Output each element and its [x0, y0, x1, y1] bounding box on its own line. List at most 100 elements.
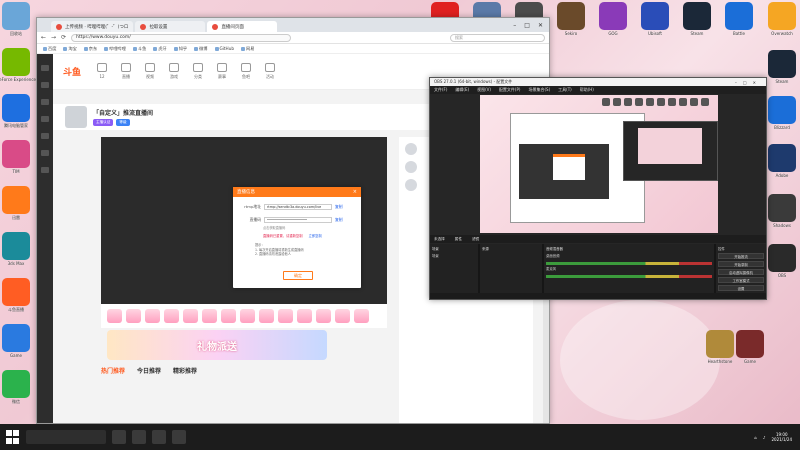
obs-control-button[interactable]: 开始录制 [718, 261, 764, 267]
maximize-icon[interactable]: □ [524, 22, 530, 29]
desktop-icon[interactable]: Adobe [762, 144, 800, 178]
desktop-icon[interactable]: 斗鱼直播 [0, 278, 36, 312]
promo-banner[interactable]: 礼物派送 [107, 330, 327, 360]
obs-control-button[interactable]: 启动虚拟摄像机 [718, 269, 764, 275]
search-input[interactable]: 搜索 [450, 33, 545, 42]
obs-control-button[interactable]: 工作室模式 [718, 277, 764, 283]
minimize-icon[interactable]: – [513, 22, 516, 29]
bookmark-item[interactable]: GitHub [214, 46, 234, 51]
tab-hot[interactable]: 热门推荐 [101, 366, 125, 375]
site-nav-item[interactable]: 12 [97, 63, 108, 80]
tab-today[interactable]: 今日推荐 [137, 366, 161, 375]
sub-tabs: 热门推荐 今日推荐 精彩推荐 [101, 366, 197, 375]
site-nav-item[interactable]: 直播 [121, 63, 132, 80]
obs-menu-item[interactable]: 帮助(H) [580, 87, 594, 93]
bookmark-item[interactable]: 斗鱼 [132, 46, 146, 52]
bookmark-item[interactable]: 微博 [194, 46, 208, 52]
site-nav-item[interactable]: 赛事 [217, 63, 228, 80]
nav-label: 游戏 [170, 74, 179, 79]
filters-button[interactable]: 滤镜 [472, 237, 479, 242]
obs-control-button[interactable]: 设置 [718, 285, 764, 291]
obs-window[interactable]: OBS 27.0.1 (64-bit, windows) - 配置文件 –□✕ … [429, 77, 767, 300]
site-nav-item[interactable]: 活动 [265, 63, 276, 80]
desktop-icon[interactable]: TIM [0, 140, 36, 174]
bookmark-item[interactable]: 百度 [43, 46, 56, 52]
bookmark-label: 哔哩哔哩 [109, 45, 126, 51]
start-icon[interactable] [6, 430, 20, 444]
site-nav-item[interactable]: 分类 [193, 63, 204, 80]
taskbar-app-icon[interactable] [172, 430, 186, 444]
bookmark-icon [153, 46, 158, 51]
desktop-icon[interactable]: 微信 [0, 370, 36, 404]
ok-button[interactable]: 确定 [283, 271, 313, 280]
browser-tab[interactable]: 上传视频 · 哔哩哔哩(゜-゜)つロ [51, 21, 134, 32]
scene-item[interactable]: 场景 [432, 253, 476, 258]
server-field[interactable]: rtmp://sendtc3a.douyu.com/live [264, 204, 332, 210]
nav-icon [121, 63, 132, 72]
bookmark-item[interactable]: 哔哩哔哩 [104, 46, 126, 52]
taskbar-app-icon[interactable] [132, 430, 146, 444]
site-nav-item[interactable]: 鱼吧 [241, 63, 252, 80]
bookmark-item[interactable]: 网易 [241, 46, 254, 52]
site-nav-item[interactable]: 游戏 [169, 63, 180, 80]
obs-menu-item[interactable]: 配置文件(P) [499, 87, 521, 93]
obs-control-button[interactable]: 开始推流 [718, 253, 764, 259]
obs-menu-item[interactable]: 场景集合(S) [528, 87, 550, 93]
taskbar-app-icon[interactable] [152, 430, 166, 444]
tab-featured[interactable]: 精彩推荐 [173, 366, 197, 375]
window-controls[interactable]: –□✕ [735, 80, 762, 85]
desktop-icon-label: Steam [690, 31, 704, 36]
nav-label: 12 [99, 74, 105, 79]
site-logo[interactable]: 斗鱼 [63, 65, 81, 78]
browser-tab[interactable]: 拉取设置 [135, 21, 206, 32]
avatar[interactable] [65, 106, 87, 128]
desktop-icon[interactable]: OBS [762, 244, 800, 278]
obs-preview[interactable] [480, 95, 718, 233]
site-nav-item[interactable]: 视频 [145, 63, 156, 80]
desktop-icon[interactable]: 3ds Max [0, 232, 36, 266]
browser-tab-active[interactable]: 直播间页面 [207, 21, 278, 32]
volume-meter[interactable] [546, 275, 712, 278]
close-icon[interactable]: ✕ [538, 22, 543, 29]
desktop-icon[interactable]: Shadows [762, 194, 800, 228]
refresh-icon[interactable]: ⟳ [61, 34, 66, 41]
desktop-icon[interactable]: Blizzard [762, 96, 800, 130]
desktop-icon[interactable]: Steam [677, 2, 717, 36]
room-tag: 等级 [116, 119, 130, 126]
back-icon[interactable]: ← [41, 34, 46, 41]
desktop-icon[interactable]: 迅雷 [0, 186, 36, 220]
forward-icon[interactable]: → [51, 34, 56, 41]
volume-icon[interactable]: ♪ [763, 435, 766, 440]
bookmark-item[interactable]: 知乎 [173, 46, 187, 52]
close-icon[interactable]: × [353, 189, 357, 195]
desktop-icon[interactable]: Steam [762, 50, 800, 84]
obs-menu-item[interactable]: 文件(F) [434, 87, 447, 93]
obs-menu-item[interactable]: 编辑(E) [455, 87, 469, 93]
desktop-icon[interactable]: GOG [593, 2, 633, 36]
copy-now-link[interactable]: 立即复制 [309, 233, 322, 238]
obs-menu-item[interactable]: 视图(V) [477, 87, 491, 93]
clock[interactable]: 19:00 2021/1/24 [771, 432, 792, 442]
desktop-icon[interactable]: Ubisoft [635, 2, 675, 36]
desktop-icon[interactable]: GeForce Experience [0, 48, 36, 82]
desktop-icon[interactable]: Battle [719, 2, 759, 36]
key-field[interactable]: •••••••••••••••••••• [264, 217, 332, 223]
bookmark-item[interactable]: 虎牙 [153, 46, 167, 52]
obs-menu-item[interactable]: 工具(T) [558, 87, 572, 93]
network-icon[interactable]: ⌂ [754, 435, 757, 440]
bookmark-item[interactable]: 京东 [83, 46, 97, 52]
desktop-icon[interactable]: Game [0, 324, 36, 358]
taskbar-search[interactable] [26, 430, 106, 444]
desktop-icon[interactable]: 回收站 [0, 2, 36, 36]
url-input[interactable]: https://www.douyu.com/ [71, 33, 292, 42]
volume-meter[interactable] [546, 262, 712, 265]
copy-key-link[interactable]: 复制 [335, 217, 343, 223]
properties-button[interactable]: 属性 [455, 237, 462, 242]
desktop-icon[interactable]: Game [730, 330, 770, 364]
desktop-icon[interactable]: Overwatch [762, 2, 800, 36]
copy-server-link[interactable]: 复制 [335, 204, 343, 210]
task-view-icon[interactable] [112, 430, 126, 444]
desktop-icon[interactable]: 腾讯电脑管家 [0, 94, 36, 128]
bookmark-item[interactable]: 淘宝 [63, 46, 77, 52]
desktop-icon[interactable]: Sekiro [551, 2, 591, 36]
